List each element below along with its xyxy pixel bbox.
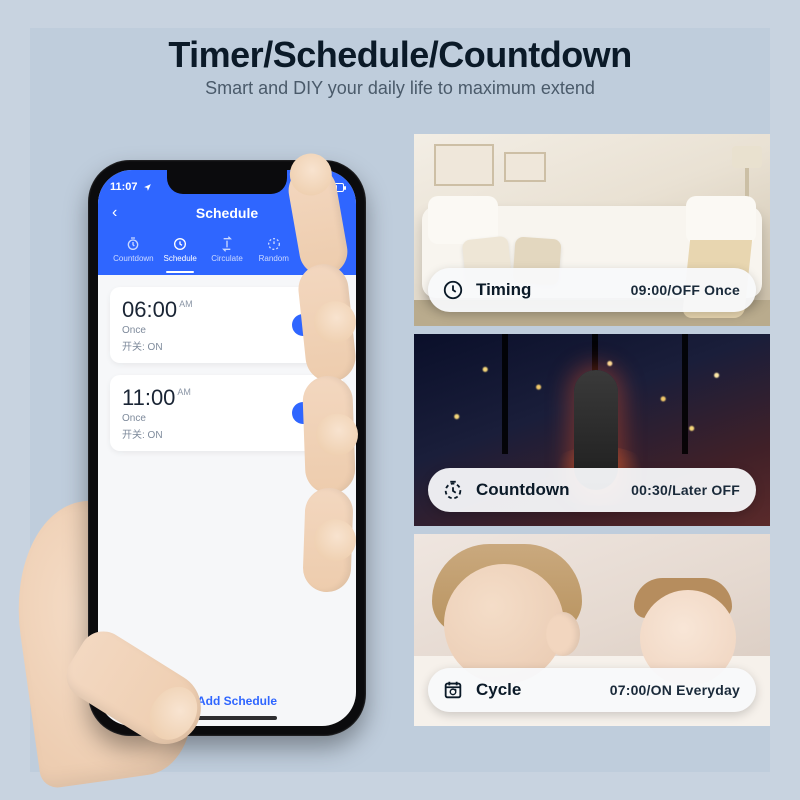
feature-label: Cycle bbox=[476, 680, 521, 700]
feature-label: Countdown bbox=[476, 480, 569, 500]
feature-value: 09:00/OFF Once bbox=[631, 282, 740, 298]
tab-schedule[interactable]: Schedule bbox=[157, 234, 204, 263]
schedule-tab-icon bbox=[157, 234, 204, 254]
tab-circulate[interactable]: Circulate bbox=[204, 234, 251, 263]
status-time: 11:07 bbox=[110, 181, 138, 193]
phone-notch bbox=[167, 170, 287, 194]
screen-title: Schedule bbox=[196, 205, 258, 221]
tab-random[interactable]: Random bbox=[250, 234, 297, 263]
feature-value: 07:00/ON Everyday bbox=[610, 682, 740, 698]
schedule-ampm: AM bbox=[179, 299, 193, 309]
schedule-ampm: AM bbox=[177, 387, 191, 397]
clock-icon bbox=[440, 277, 466, 303]
page-subtitle: Smart and DIY your daily life to maximum… bbox=[30, 78, 770, 99]
feature-tile-cycle: Cycle 07:00/ON Everyday bbox=[414, 534, 770, 726]
random-tab-icon bbox=[250, 234, 297, 254]
schedule-repeat: Once bbox=[122, 413, 292, 424]
schedule-time: 06:00 bbox=[122, 297, 177, 322]
schedule-repeat: Once bbox=[122, 325, 292, 336]
countdown-icon bbox=[440, 477, 466, 503]
schedule-time: 11:00 bbox=[122, 385, 175, 410]
feature-value: 00:30/Later OFF bbox=[631, 482, 740, 498]
feature-label: Timing bbox=[476, 280, 531, 300]
calendar-cycle-icon bbox=[440, 677, 466, 703]
countdown-tab-icon bbox=[110, 234, 157, 254]
page-title: Timer/Schedule/Countdown bbox=[30, 34, 770, 76]
feature-tile-countdown: Countdown 00:30/Later OFF bbox=[414, 334, 770, 526]
hand-holding-phone: 11:07 bbox=[22, 160, 402, 780]
schedule-state: 开关: ON bbox=[122, 426, 292, 441]
back-button[interactable]: ‹ bbox=[112, 204, 117, 222]
feature-pill: Countdown 00:30/Later OFF bbox=[428, 468, 756, 512]
feature-tile-timing: Timing 09:00/OFF Once bbox=[414, 134, 770, 326]
schedule-state: 开关: ON bbox=[122, 338, 292, 353]
circulate-tab-icon bbox=[204, 234, 251, 254]
feature-pill: Cycle 07:00/ON Everyday bbox=[428, 668, 756, 712]
feature-pill: Timing 09:00/OFF Once bbox=[428, 268, 756, 312]
tab-countdown[interactable]: Countdown bbox=[110, 234, 157, 263]
location-arrow-icon bbox=[143, 183, 152, 192]
